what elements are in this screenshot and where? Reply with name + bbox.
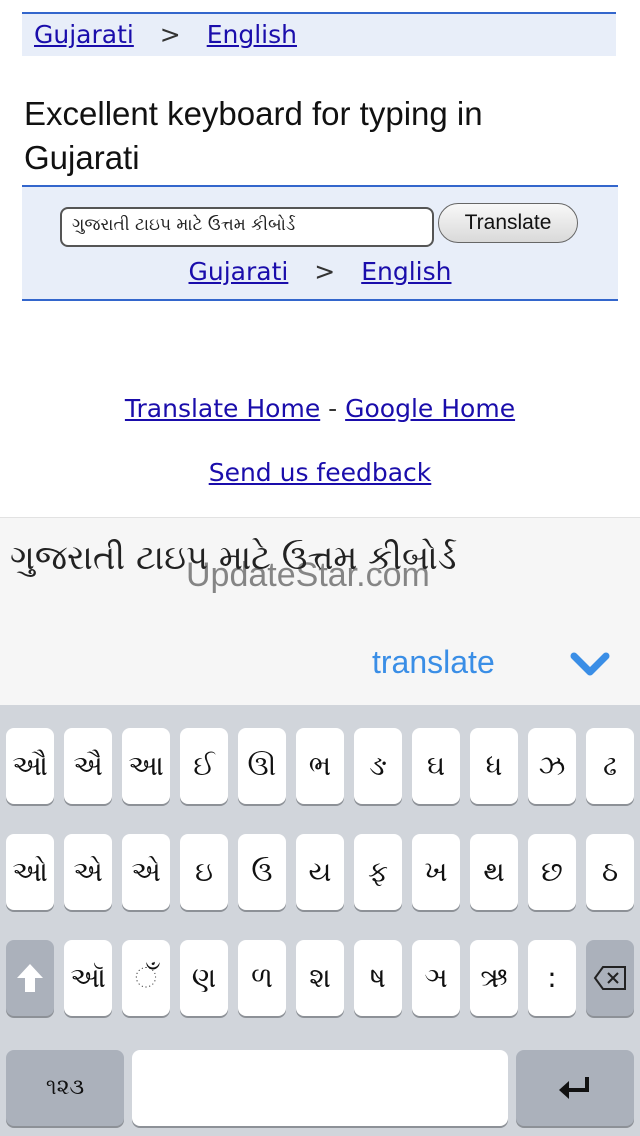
translate-button[interactable]: Translate bbox=[438, 203, 578, 243]
footer-links: Translate Home - Google Home bbox=[0, 394, 640, 423]
key-row1-6[interactable]: ભ bbox=[296, 728, 344, 804]
key-row3-8[interactable]: ઋ bbox=[470, 940, 518, 1016]
keyboard: ઔઐઆઈઊભઙઘધઝઢ ઓએએઇઉયફખથછઠ ઑઁ ણ ળ શ ષ ઞ ઋ: ૧૨૩ bbox=[0, 705, 640, 1136]
key-row2-4[interactable]: ઇ bbox=[180, 834, 228, 910]
key-row1-3[interactable]: આ bbox=[122, 728, 170, 804]
key-row3-1[interactable]: ઑ bbox=[64, 940, 112, 1016]
key-row3-6[interactable]: ષ bbox=[354, 940, 402, 1016]
delete-key[interactable] bbox=[586, 940, 634, 1016]
google-home-link[interactable]: Google Home bbox=[345, 394, 515, 423]
language-separator: > bbox=[159, 20, 181, 49]
key-row2-6[interactable]: ય bbox=[296, 834, 344, 910]
key-row1-11[interactable]: ઢ bbox=[586, 728, 634, 804]
key-row2-11[interactable]: ઠ bbox=[586, 834, 634, 910]
source-language-link[interactable]: Gujarati bbox=[34, 20, 134, 49]
key-row1-7[interactable]: ઙ bbox=[354, 728, 402, 804]
key-row3-2[interactable]: ઁ bbox=[122, 940, 170, 1016]
translate-box: ગુજરાતી ટાઇપ માટે ઉત્તમ કીબોર્ડ Translat… bbox=[22, 185, 618, 301]
key-row1-10[interactable]: ઝ bbox=[528, 728, 576, 804]
top-language-bar: Gujarati > English bbox=[22, 12, 616, 56]
key-row1-1[interactable]: ઔ bbox=[6, 728, 54, 804]
shift-icon bbox=[17, 964, 43, 992]
delete-icon bbox=[593, 966, 626, 990]
inner-source-language-link[interactable]: Gujarati bbox=[189, 257, 289, 286]
key-row2-10[interactable]: છ bbox=[528, 834, 576, 910]
key-row2-9[interactable]: થ bbox=[470, 834, 518, 910]
key-row2-5[interactable]: ઉ bbox=[238, 834, 286, 910]
suggestion-translate-label[interactable]: translate bbox=[372, 644, 495, 681]
return-key[interactable] bbox=[516, 1050, 634, 1126]
key-row1-5[interactable]: ઊ bbox=[238, 728, 286, 804]
key-row2-3[interactable]: એ bbox=[122, 834, 170, 910]
feedback-link[interactable]: Send us feedback bbox=[209, 458, 432, 487]
key-row1-2[interactable]: ઐ bbox=[64, 728, 112, 804]
suggestion-panel: ગુજરાતી ટાઇપ માટે ઉત્તમ કીબોર્ડ UpdateSt… bbox=[0, 517, 640, 705]
page-title: Excellent keyboard for typing in Gujarat… bbox=[24, 95, 483, 176]
inner-language-bar: Gujarati > English bbox=[22, 257, 618, 286]
key-row2-8[interactable]: ખ bbox=[412, 834, 460, 910]
space-key[interactable] bbox=[132, 1050, 508, 1126]
key-row2-2[interactable]: એ bbox=[64, 834, 112, 910]
inner-target-language-link[interactable]: English bbox=[361, 257, 451, 286]
watermark: UpdateStar.com bbox=[186, 556, 430, 594]
target-language-link[interactable]: English bbox=[207, 20, 297, 49]
translate-input[interactable]: ગુજરાતી ટાઇપ માટે ઉત્તમ કીબોર્ડ bbox=[60, 207, 434, 247]
key-row3-4[interactable]: ળ bbox=[238, 940, 286, 1016]
translate-home-link[interactable]: Translate Home bbox=[125, 394, 320, 423]
key-row3-9[interactable]: : bbox=[528, 940, 576, 1016]
feedback-row: Send us feedback bbox=[0, 458, 640, 487]
chevron-down-icon[interactable] bbox=[568, 648, 612, 684]
numbers-key[interactable]: ૧૨૩ bbox=[6, 1050, 124, 1126]
shift-key[interactable] bbox=[6, 940, 54, 1016]
key-row1-9[interactable]: ધ bbox=[470, 728, 518, 804]
key-row2-1[interactable]: ઓ bbox=[6, 834, 54, 910]
key-row3-3[interactable]: ણ bbox=[180, 940, 228, 1016]
footer-dash: - bbox=[328, 394, 338, 423]
key-row2-7[interactable]: ફ bbox=[354, 834, 402, 910]
key-row1-4[interactable]: ઈ bbox=[180, 728, 228, 804]
inner-language-separator: > bbox=[314, 257, 336, 286]
return-icon bbox=[559, 1077, 589, 1099]
key-row3-5[interactable]: શ bbox=[296, 940, 344, 1016]
key-row1-8[interactable]: ઘ bbox=[412, 728, 460, 804]
key-row3-7[interactable]: ઞ bbox=[412, 940, 460, 1016]
